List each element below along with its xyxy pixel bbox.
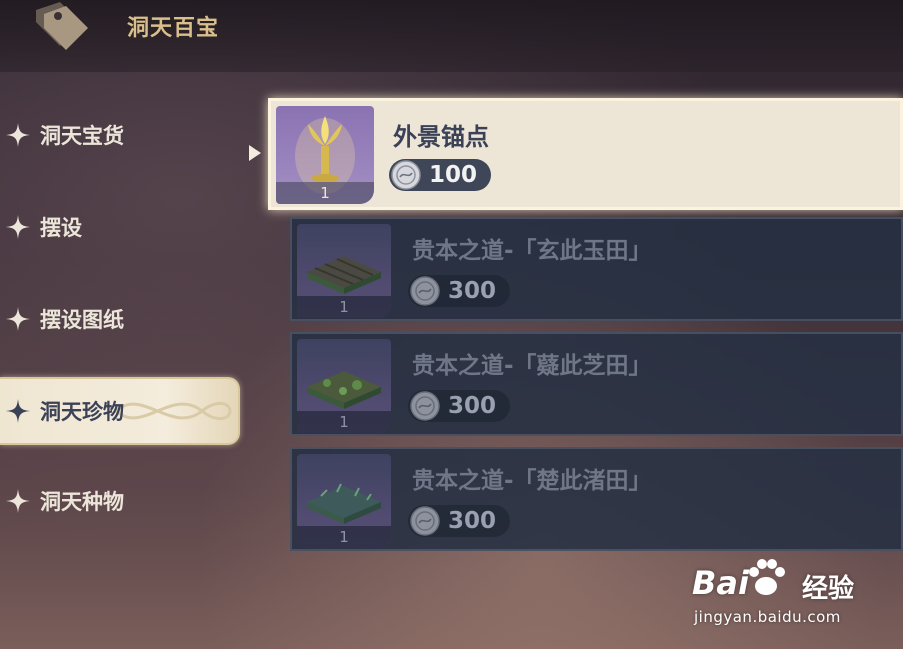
sidebar-item-label: 洞天珍物: [40, 400, 124, 424]
sidebar-item-furnishings[interactable]: 摆设: [0, 197, 240, 257]
category-sidebar: 洞天宝货 摆设 摆设图纸 洞天珍物 洞天种物: [0, 90, 250, 550]
watermark-url: jingyan.baidu.com: [694, 608, 841, 626]
four-point-star-icon: [6, 215, 30, 239]
paw-icon: [749, 559, 785, 595]
item-price: 300: [408, 505, 511, 537]
four-point-star-icon: [6, 307, 30, 331]
price-value: 300: [448, 508, 497, 534]
item-price: 100: [389, 159, 492, 191]
page-title: 洞天百宝: [127, 16, 220, 41]
price-value: 100: [429, 162, 478, 188]
item-name: 贵本之道-「薿此芝田」: [412, 353, 652, 379]
item-name: 贵本之道-「楚此渚田」: [412, 468, 652, 494]
item-name: 外景锚点: [393, 123, 489, 151]
item-quantity: 1: [276, 182, 374, 204]
sidebar-item-label: 摆设: [40, 216, 82, 240]
sidebar-item-treasures[interactable]: 洞天宝货: [0, 105, 240, 165]
sidebar-item-label: 摆设图纸: [40, 308, 124, 332]
item-price: 300: [408, 390, 511, 422]
top-bar: 洞天百宝: [0, 0, 903, 72]
price-tag-icon: [36, 2, 88, 50]
item-quantity: 1: [297, 526, 391, 548]
realm-currency-coin-icon: [391, 160, 421, 190]
item-thumbnail: 1: [297, 454, 391, 548]
shop-item-card[interactable]: 1 贵本之道-「薿此芝田」 300: [290, 332, 903, 436]
item-thumbnail: 1: [297, 339, 391, 433]
item-quantity: 1: [297, 411, 391, 433]
swirl-ornament-icon: [113, 402, 232, 420]
sidebar-item-label: 洞天宝货: [40, 124, 124, 148]
item-thumbnail: 1: [297, 224, 391, 318]
realm-currency-coin-icon: [410, 391, 440, 421]
sidebar-item-blueprints[interactable]: 摆设图纸: [0, 289, 240, 349]
item-thumbnail: 1: [276, 106, 374, 204]
item-quantity: 1: [297, 296, 391, 318]
realm-currency-coin-icon: [410, 276, 440, 306]
sidebar-item-seeds[interactable]: 洞天种物: [0, 471, 240, 531]
selection-pointer-icon: [249, 145, 261, 161]
sidebar-item-label: 洞天种物: [40, 490, 124, 514]
price-value: 300: [448, 393, 497, 419]
shop-item-card[interactable]: 1 贵本之道-「楚此渚田」 300: [290, 447, 903, 551]
four-point-star-icon: [6, 123, 30, 147]
price-value: 300: [448, 278, 497, 304]
item-price: 300: [408, 275, 511, 307]
watermark-logo-text: Bai: [692, 564, 749, 602]
baidu-watermark: Bai 经验 jingyan.baidu.com: [692, 556, 892, 636]
four-point-star-icon: [6, 399, 30, 423]
item-name: 贵本之道-「玄此玉田」: [412, 238, 652, 264]
watermark-cn-text: 经验: [802, 574, 855, 604]
shop-item-card[interactable]: 1 贵本之道-「玄此玉田」 300: [290, 217, 903, 321]
shop-item-card[interactable]: 1 外景锚点 100: [268, 98, 903, 210]
four-point-star-icon: [6, 489, 30, 513]
realm-currency-coin-icon: [410, 506, 440, 536]
sidebar-item-realm-valuables[interactable]: 洞天珍物: [0, 377, 240, 445]
